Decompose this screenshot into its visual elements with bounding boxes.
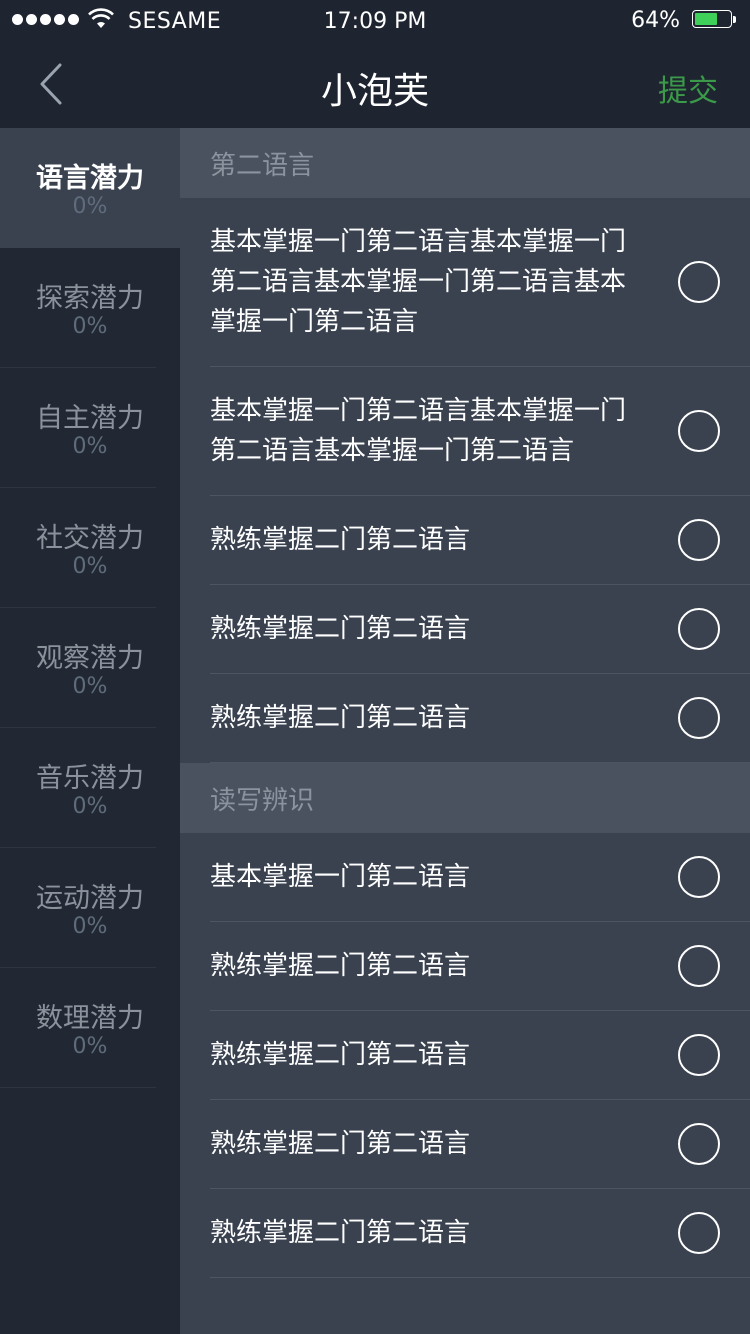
category-sidebar: 语言潜力 0% 探索潜力 0% 自主潜力 0% 社交潜力 0% 观察潜力 0% 音乐潜力 0% 运动潜力… (0, 128, 180, 1334)
sidebar-item[interactable]: 社交潜力 0% (0, 488, 180, 608)
option-label: 熟练掌握二门第二语言 (210, 703, 471, 733)
status-bar: SESAME 17:09 PM 64% (0, 0, 750, 40)
battery-icon (692, 10, 736, 30)
section-header: 第二语言 (180, 128, 750, 198)
option-row[interactable]: 基本掌握一门第二语言基本掌握一门第二语言基本掌握一门第二语言 (210, 367, 750, 496)
radio-button[interactable] (678, 1212, 720, 1254)
sidebar-item-percent: 0% (72, 914, 108, 939)
option-label: 熟练掌握二门第二语言 (210, 614, 471, 644)
radio-button[interactable] (678, 697, 720, 739)
section-title: 第二语言 (210, 150, 315, 181)
sidebar-item[interactable]: 运动潜力 0% (0, 848, 180, 968)
option-row[interactable]: 基本掌握一门第二语言基本掌握一门第二语言基本掌握一门第二语言基本掌握一门第二语言 (210, 198, 750, 367)
sidebar-item-percent: 0% (72, 554, 108, 579)
option-label: 熟练掌握二门第二语言 (210, 1040, 471, 1070)
sidebar-item-label: 自主潜力 (36, 403, 144, 434)
radio-button[interactable] (678, 945, 720, 987)
radio-button[interactable] (678, 519, 720, 561)
radio-button[interactable] (678, 1034, 720, 1076)
sidebar-item-percent: 0% (72, 674, 108, 699)
sidebar-item[interactable]: 观察潜力 0% (0, 608, 180, 728)
option-label: 基本掌握一门第二语言 (210, 862, 471, 892)
radio-button[interactable] (678, 261, 720, 303)
option-row[interactable]: 熟练掌握二门第二语言 (210, 1011, 750, 1100)
top-bar: SESAME 17:09 PM 64% 小泡芙 提交 (0, 0, 750, 128)
option-label: 熟练掌握二门第二语言 (210, 1218, 471, 1248)
page-title: 小泡芙 (320, 71, 429, 112)
sidebar-item-label: 运动潜力 (36, 883, 144, 914)
option-label: 基本掌握一门第二语言基本掌握一门第二语言基本掌握一门第二语言基本掌握一门第二语言 (210, 227, 627, 337)
sidebar-item-label: 音乐潜力 (36, 763, 144, 794)
option-row[interactable]: 熟练掌握二门第二语言 (210, 674, 750, 763)
sidebar-item[interactable]: 音乐潜力 0% (0, 728, 180, 848)
option-row[interactable]: 基本掌握一门第二语言 (210, 833, 750, 922)
sidebar-item-percent: 0% (72, 434, 108, 459)
sidebar-item[interactable]: 语言潜力 0% (0, 128, 180, 248)
battery-percent: 64% (631, 8, 680, 33)
sidebar-item-percent: 0% (72, 1034, 108, 1059)
option-row[interactable]: 熟练掌握二门第二语言 (210, 922, 750, 1011)
section-header: 读写辨识 (180, 763, 750, 833)
radio-button[interactable] (678, 856, 720, 898)
option-row[interactable]: 熟练掌握二门第二语言 (210, 496, 750, 585)
sidebar-item-percent: 0% (72, 794, 108, 819)
submit-button[interactable]: 提交 (658, 66, 718, 110)
radio-button[interactable] (678, 410, 720, 452)
option-label: 熟练掌握二门第二语言 (210, 951, 471, 981)
option-label: 熟练掌握二门第二语言 (210, 1129, 471, 1159)
section-title: 读写辨识 (210, 785, 315, 816)
sidebar-item-label: 社交潜力 (36, 523, 144, 554)
sidebar-item[interactable]: 自主潜力 0% (0, 368, 180, 488)
sidebar-item-percent: 0% (72, 194, 108, 219)
option-row[interactable]: 熟练掌握二门第二语言 (210, 1100, 750, 1189)
sidebar-item-label: 观察潜力 (36, 643, 144, 674)
sidebar-item-label: 数理潜力 (36, 1003, 144, 1034)
option-row[interactable]: 熟练掌握二门第二语言 (210, 1189, 750, 1278)
radio-button[interactable] (678, 1123, 720, 1165)
sidebar-item[interactable]: 数理潜力 0% (0, 968, 180, 1088)
radio-button[interactable] (678, 608, 720, 650)
question-list: 第二语言 基本掌握一门第二语言基本掌握一门第二语言基本掌握一门第二语言基本掌握一门… (180, 128, 750, 1334)
option-label: 熟练掌握二门第二语言 (210, 525, 471, 555)
sidebar-item-label: 探索潜力 (36, 283, 144, 314)
sidebar-item-percent: 0% (72, 314, 108, 339)
option-row[interactable]: 熟练掌握二门第二语言 (210, 585, 750, 674)
sidebar-item-label: 语言潜力 (36, 163, 144, 194)
option-label: 基本掌握一门第二语言基本掌握一门第二语言基本掌握一门第二语言 (210, 396, 627, 466)
sidebar-item[interactable]: 探索潜力 0% (0, 248, 180, 368)
